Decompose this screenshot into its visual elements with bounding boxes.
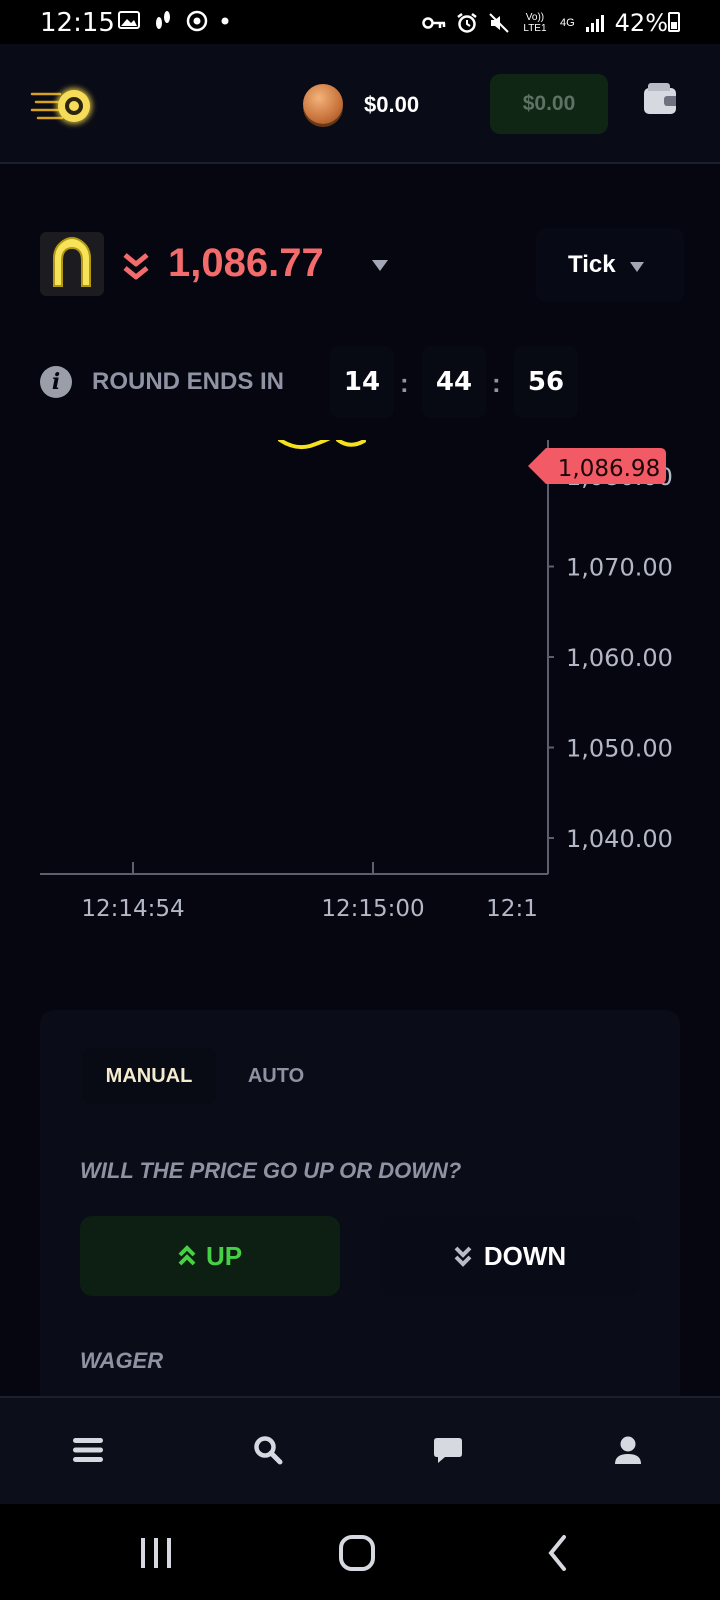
back-icon[interactable] bbox=[546, 1534, 570, 1572]
chevrons-up-icon bbox=[178, 1245, 196, 1266]
x-tick-label: 12:15:00 bbox=[321, 896, 424, 922]
chat-icon bbox=[434, 1438, 462, 1463]
asset-icon[interactable] bbox=[40, 232, 104, 296]
price-line bbox=[278, 440, 366, 450]
up-button[interactable]: UP bbox=[80, 1216, 340, 1296]
volte-label: Vo)) LTE1 bbox=[523, 12, 547, 34]
prediction-question: WILL THE PRICE GO UP OR DOWN? bbox=[80, 1158, 462, 1183]
trend-down-icon bbox=[123, 253, 149, 280]
deposit-button[interactable]: $0.00 bbox=[490, 74, 608, 134]
menu-icon bbox=[73, 1438, 103, 1462]
timer-minutes: 44 bbox=[422, 346, 486, 418]
down-label: DOWN bbox=[483, 1240, 567, 1271]
asset-price: 1,086.77 bbox=[168, 241, 324, 285]
x-tick-label: 12:1 bbox=[486, 896, 538, 922]
menu-button[interactable] bbox=[52, 1418, 124, 1482]
mute-icon bbox=[489, 13, 509, 33]
system-navigation-bar bbox=[0, 1504, 720, 1600]
key-icon bbox=[422, 17, 446, 29]
chat-button[interactable] bbox=[412, 1418, 484, 1482]
y-tick-label: 1,070.00 bbox=[566, 554, 673, 582]
gallery-icon bbox=[118, 11, 140, 29]
steps-icon bbox=[156, 11, 170, 29]
price-chart[interactable]: 1,040.001,050.001,060.001,070.001,080.00… bbox=[0, 440, 720, 930]
balance-amount[interactable]: $0.00 bbox=[364, 92, 419, 118]
bottom-navigation bbox=[0, 1396, 720, 1504]
chart-mode-label: Tick bbox=[568, 251, 616, 278]
status-time: 12:15 bbox=[40, 8, 115, 38]
x-tick-label: 12:14:54 bbox=[81, 896, 184, 922]
fireball-logo-icon[interactable] bbox=[30, 76, 100, 132]
status-system-icons: Vo)) LTE1 4G 42% bbox=[422, 9, 668, 37]
down-button[interactable]: DOWN bbox=[380, 1216, 640, 1296]
home-icon[interactable] bbox=[338, 1534, 376, 1572]
network-label: 4G bbox=[559, 17, 575, 29]
profile-button[interactable] bbox=[592, 1418, 664, 1482]
round-ends-label: ROUND ENDS IN bbox=[92, 368, 285, 395]
recents-icon[interactable] bbox=[138, 1536, 174, 1570]
wager-label: WAGER bbox=[80, 1348, 164, 1373]
user-icon bbox=[615, 1436, 641, 1464]
timer-separator: : bbox=[492, 368, 501, 398]
y-tick-label: 1,050.00 bbox=[566, 735, 673, 763]
up-label: UP bbox=[205, 1240, 243, 1271]
status-bar: 12:15 Vo)) LTE1 4G 42% bbox=[0, 0, 720, 44]
status-notification-icons bbox=[118, 10, 230, 32]
tab-manual[interactable]: MANUAL bbox=[82, 1048, 216, 1104]
signal-icon bbox=[585, 15, 604, 32]
chart-mode-select[interactable]: Tick bbox=[536, 228, 684, 302]
current-price-label: 1,086.98 bbox=[558, 456, 660, 482]
chrome-icon bbox=[186, 10, 208, 32]
alarm-icon bbox=[457, 13, 477, 33]
battery-percent: 42% bbox=[614, 9, 668, 37]
battery-icon bbox=[668, 12, 680, 32]
tab-auto[interactable]: AUTO bbox=[228, 1048, 324, 1104]
search-icon bbox=[254, 1436, 283, 1465]
asset-dropdown-caret-icon[interactable] bbox=[372, 260, 388, 271]
search-button[interactable] bbox=[232, 1418, 304, 1482]
app-header: $0.00 $0.00 bbox=[0, 44, 720, 164]
timer-separator: : bbox=[400, 368, 409, 398]
timer-hours: 14 bbox=[330, 346, 394, 418]
y-tick-label: 1,060.00 bbox=[566, 644, 673, 672]
dot-icon bbox=[221, 17, 229, 25]
chevron-down-icon bbox=[630, 262, 644, 272]
coin-icon bbox=[303, 84, 343, 124]
y-tick-label: 1,040.00 bbox=[566, 825, 673, 853]
chevrons-down-icon bbox=[454, 1246, 472, 1267]
info-icon[interactable]: i bbox=[40, 366, 72, 398]
deposit-amount: $0.00 bbox=[522, 92, 576, 115]
wallet-icon[interactable] bbox=[644, 83, 676, 114]
timer-seconds: 56 bbox=[514, 346, 578, 418]
